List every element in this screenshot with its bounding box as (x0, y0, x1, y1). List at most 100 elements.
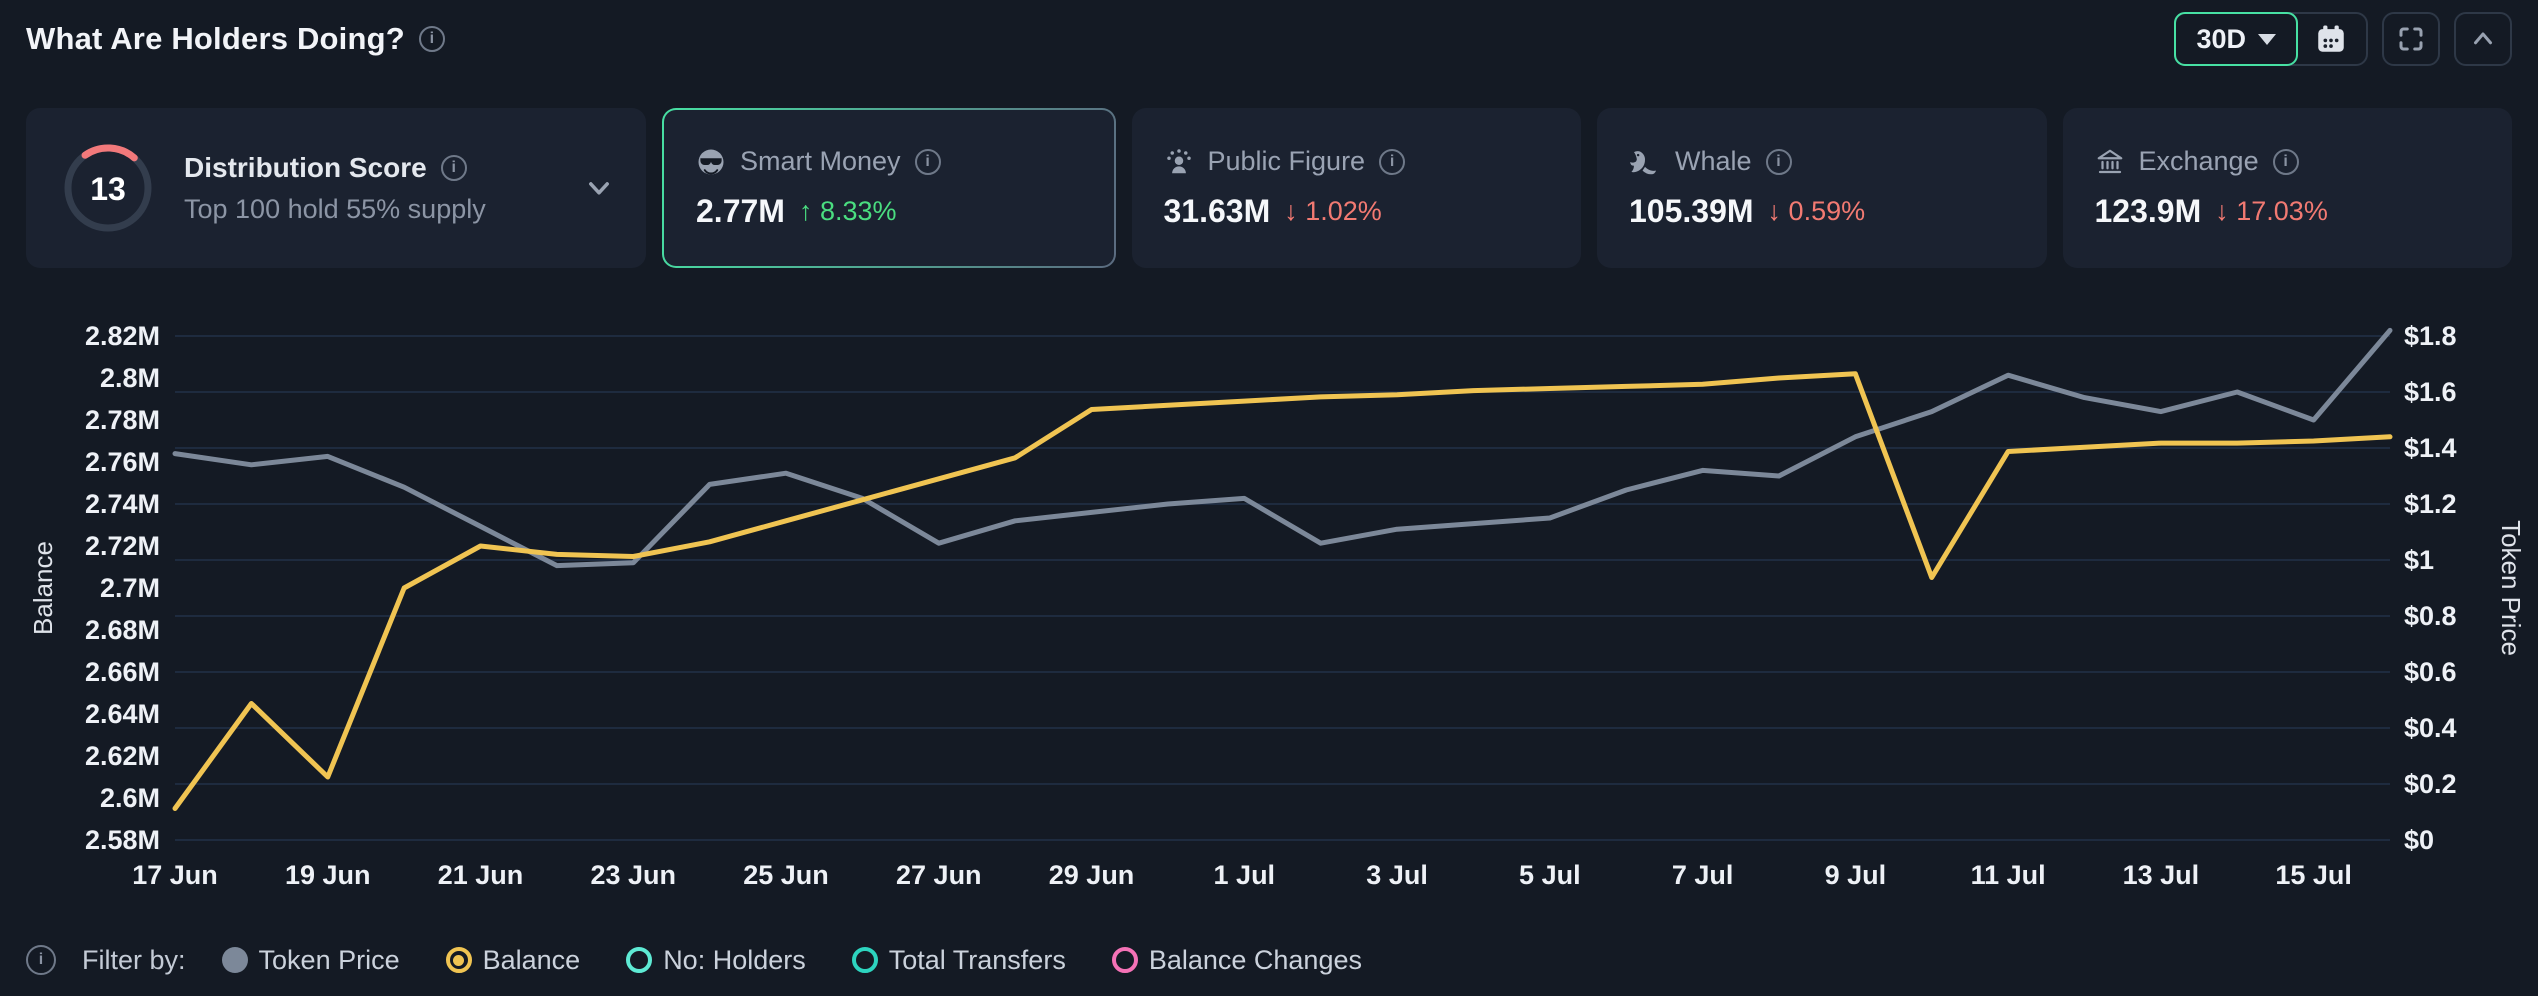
smart-money-info-icon[interactable]: i (915, 149, 941, 175)
distribution-score-title: Distribution Score (184, 152, 427, 184)
legend-item-token-price[interactable]: Token Price (222, 945, 400, 976)
exchange-value: 123.9M (2095, 193, 2202, 230)
right-axis-tick: $1.6 (2404, 377, 2457, 407)
exchange-title: Exchange (2139, 146, 2259, 177)
card-smart-money[interactable]: Smart Money i 2.77M ↑ 8.33% (662, 108, 1116, 268)
range-dropdown[interactable]: 30D (2174, 12, 2298, 66)
x-axis-tick: 19 Jun (285, 860, 371, 890)
x-axis-tick: 11 Jul (1971, 860, 2046, 890)
x-axis-tick: 15 Jul (2275, 860, 2352, 890)
balance-line[interactable] (175, 374, 2390, 809)
left-axis-tick: 2.58M (85, 825, 160, 855)
x-axis-tick: 9 Jul (1825, 860, 1887, 890)
fullscreen-icon (2396, 24, 2426, 54)
left-axis-tick: 2.78M (85, 405, 160, 435)
card-distribution-score[interactable]: 13 Distribution Score i Top 100 hold 55%… (26, 108, 646, 268)
filter-info-icon[interactable]: i (26, 945, 56, 975)
svg-text:13: 13 (90, 171, 126, 207)
distribution-info-icon[interactable]: i (441, 155, 467, 181)
legend-dot-filled (222, 947, 248, 973)
collapse-button[interactable] (2454, 12, 2512, 66)
right-axis-tick: $1.8 (2404, 321, 2457, 351)
range-control-group: 30D (2174, 12, 2368, 66)
x-axis-tick: 25 Jun (743, 860, 829, 890)
title-info-icon[interactable]: i (419, 26, 445, 52)
right-axis-tick: $0.4 (2404, 713, 2457, 743)
left-axis-tick: 2.6M (100, 783, 160, 813)
legend-item-label: Total Transfers (889, 945, 1066, 976)
card-exchange[interactable]: Exchange i 123.9M ↓ 17.03% (2063, 108, 2513, 268)
left-axis-tick: 2.74M (85, 489, 160, 519)
x-axis-tick: 21 Jun (438, 860, 524, 890)
right-axis-tick: $1 (2404, 545, 2434, 575)
public-figure-title: Public Figure (1208, 146, 1366, 177)
legend-item-balance-changes[interactable]: Balance Changes (1112, 945, 1362, 976)
whale-info-icon[interactable]: i (1766, 149, 1792, 175)
legend-radio-selected (446, 947, 472, 973)
smart-money-title: Smart Money (740, 146, 901, 177)
calendar-icon (2314, 22, 2348, 56)
range-label: 30D (2196, 24, 2246, 55)
left-axis-tick: 2.7M (100, 573, 160, 603)
calendar-button[interactable] (2296, 14, 2366, 64)
public-figure-value: 31.63M (1164, 193, 1271, 230)
header-controls: 30D (2174, 12, 2512, 66)
public-figure-icon (1164, 147, 1194, 177)
distribution-subtitle: Top 100 hold 55% supply (184, 194, 486, 225)
legend-item-total-transfers[interactable]: Total Transfers (852, 945, 1066, 976)
exchange-change: ↓ 17.03% (2215, 196, 2328, 227)
legend-ring (1112, 947, 1138, 973)
x-axis-tick: 3 Jul (1366, 860, 1428, 890)
left-axis-tick: 2.72M (85, 531, 160, 561)
public-figure-change: ↓ 1.02% (1284, 196, 1382, 227)
holders-panel: What Are Holders Doing? i 30D (0, 0, 2538, 996)
whale-change: ↓ 0.59% (1768, 196, 1866, 227)
x-axis-tick: 17 Jun (132, 860, 218, 890)
x-axis-tick: 29 Jun (1049, 860, 1135, 890)
legend-ring (852, 947, 878, 973)
legend-item-label: Balance Changes (1149, 945, 1362, 976)
page-title: What Are Holders Doing? (26, 21, 405, 57)
chevron-up-icon (2468, 24, 2498, 54)
whale-value: 105.39M (1629, 193, 1754, 230)
left-axis-tick: 2.66M (85, 657, 160, 687)
card-whale[interactable]: Whale i 105.39M ↓ 0.59% (1597, 108, 2047, 268)
chevron-down-icon[interactable] (584, 173, 614, 203)
x-axis-tick: 23 Jun (591, 860, 677, 890)
exchange-info-icon[interactable]: i (2273, 149, 2299, 175)
legend-ring (626, 947, 652, 973)
left-axis-tick: 2.62M (85, 741, 160, 771)
metric-cards-row: 13 Distribution Score i Top 100 hold 55%… (26, 108, 2512, 268)
smart-money-change: ↑ 8.33% (799, 196, 897, 227)
fullscreen-button[interactable] (2382, 12, 2440, 66)
x-axis-tick: 5 Jul (1519, 860, 1581, 890)
smart-money-value: 2.77M (696, 193, 785, 230)
whale-title: Whale (1675, 146, 1752, 177)
right-axis-tick: $0 (2404, 825, 2434, 855)
right-axis-tick: $1.4 (2404, 433, 2457, 463)
holders-chart[interactable]: 2.82M2.8M2.78M2.76M2.74M2.72M2.7M2.68M2.… (0, 292, 2538, 922)
x-axis-tick: 7 Jul (1672, 860, 1734, 890)
exchange-icon (2095, 147, 2125, 177)
header: What Are Holders Doing? i 30D (0, 0, 2538, 78)
right-axis-tick: $0.2 (2404, 769, 2457, 799)
x-axis-tick: 27 Jun (896, 860, 982, 890)
left-axis-tick: 2.76M (85, 447, 160, 477)
legend-items: Token Price Balance No: Holders Total Trans… (222, 945, 1362, 976)
legend-item-no-holders[interactable]: No: Holders (626, 945, 806, 976)
right-axis-title: Token Price (2496, 520, 2526, 656)
x-axis-tick: 1 Jul (1214, 860, 1276, 890)
chart-legend: i Filter by: Token Price Balance No: Holde… (26, 938, 2512, 982)
legend-item-balance[interactable]: Balance (446, 945, 581, 976)
chevron-down-icon (2258, 34, 2276, 45)
legend-item-label: Token Price (259, 945, 400, 976)
left-axis-title: Balance (28, 541, 58, 635)
radio-dot (453, 955, 464, 966)
smart-money-icon (696, 147, 726, 177)
card-public-figure[interactable]: Public Figure i 31.63M ↓ 1.02% (1132, 108, 1582, 268)
right-axis-tick: $0.6 (2404, 657, 2457, 687)
public-figure-info-icon[interactable]: i (1379, 149, 1405, 175)
x-axis-tick: 13 Jul (2123, 860, 2200, 890)
legend-item-label: Balance (483, 945, 581, 976)
filter-by-label: Filter by: (82, 945, 186, 976)
